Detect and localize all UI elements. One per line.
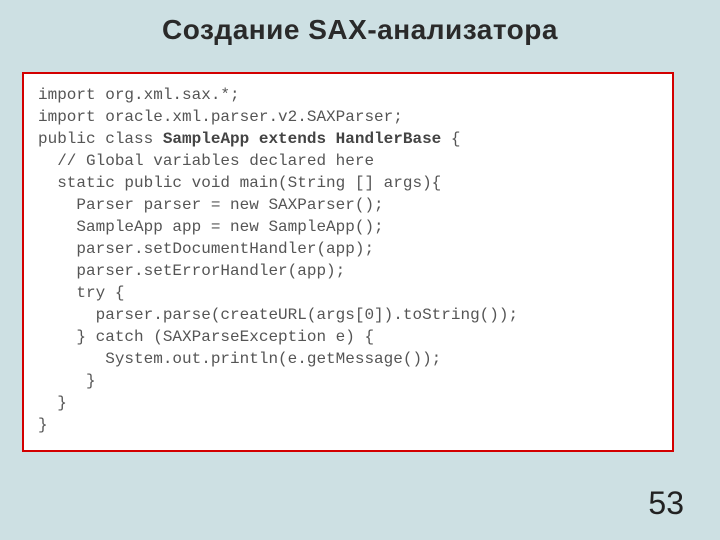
code-bold: SampleApp extends HandlerBase	[163, 130, 441, 148]
code-line: }	[38, 372, 96, 390]
code-line: parser.parse(createURL(args[0]).toString…	[38, 306, 518, 324]
code-line: } catch (SAXParseException e) {	[38, 328, 374, 346]
slide-title: Создание SAX-анализатора	[0, 0, 720, 46]
code-line: System.out.println(e.getMessage());	[38, 350, 441, 368]
code-line: SampleApp app = new SampleApp();	[38, 218, 384, 236]
code-line: try {	[38, 284, 124, 302]
code-line: parser.setDocumentHandler(app);	[38, 240, 374, 258]
code-line: static public void main(String [] args){	[38, 174, 441, 192]
code-line: import oracle.xml.parser.v2.SAXParser;	[38, 108, 403, 126]
code-line: {	[441, 130, 460, 148]
slide: Создание SAX-анализатора import org.xml.…	[0, 0, 720, 540]
code-line: // Global variables declared here	[38, 152, 374, 170]
page-number: 53	[648, 485, 684, 522]
code-line: import org.xml.sax.*;	[38, 86, 240, 104]
code-block: import org.xml.sax.*; import oracle.xml.…	[38, 84, 658, 436]
code-line: Parser parser = new SAXParser();	[38, 196, 384, 214]
code-line: }	[38, 416, 48, 434]
code-box: import org.xml.sax.*; import oracle.xml.…	[22, 72, 674, 452]
code-line: }	[38, 394, 67, 412]
code-line: public class	[38, 130, 163, 148]
code-line: parser.setErrorHandler(app);	[38, 262, 345, 280]
